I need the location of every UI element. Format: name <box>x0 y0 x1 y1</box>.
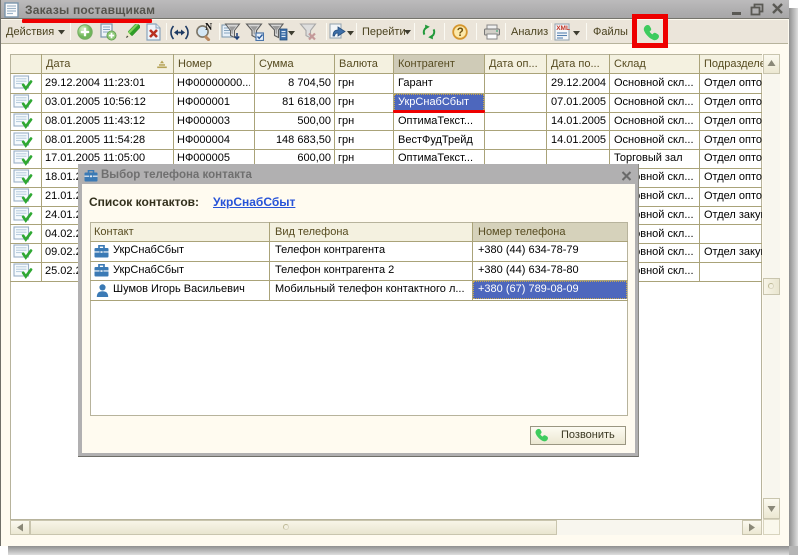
svg-text:XML: XML <box>556 25 570 32</box>
svg-text:N: N <box>205 23 213 33</box>
svg-text:?: ? <box>457 27 464 39</box>
